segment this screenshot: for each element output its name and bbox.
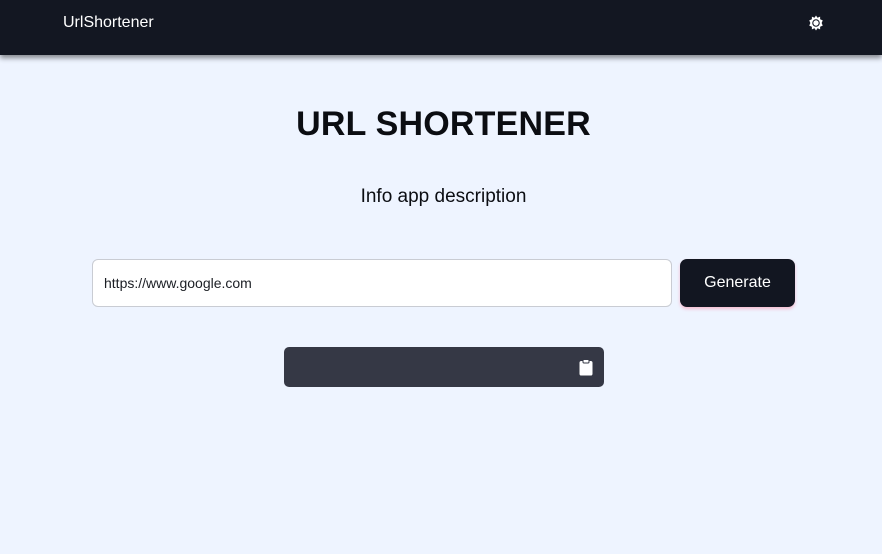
theme-toggle-button[interactable] (805, 12, 827, 34)
page-title: URL SHORTENER (296, 105, 591, 143)
main-content: URL SHORTENER Info app description Gener… (0, 55, 882, 554)
short-url-result (284, 347, 604, 387)
url-input[interactable] (92, 259, 672, 307)
app-description: Info app description (360, 186, 527, 207)
navbar: UrlShortener (0, 0, 882, 55)
clipboard-icon (579, 359, 593, 376)
generate-button[interactable]: Generate (680, 259, 795, 307)
sun-icon (809, 15, 823, 31)
brand-logo-text[interactable]: UrlShortener (63, 0, 154, 46)
copy-button[interactable] (579, 359, 593, 376)
